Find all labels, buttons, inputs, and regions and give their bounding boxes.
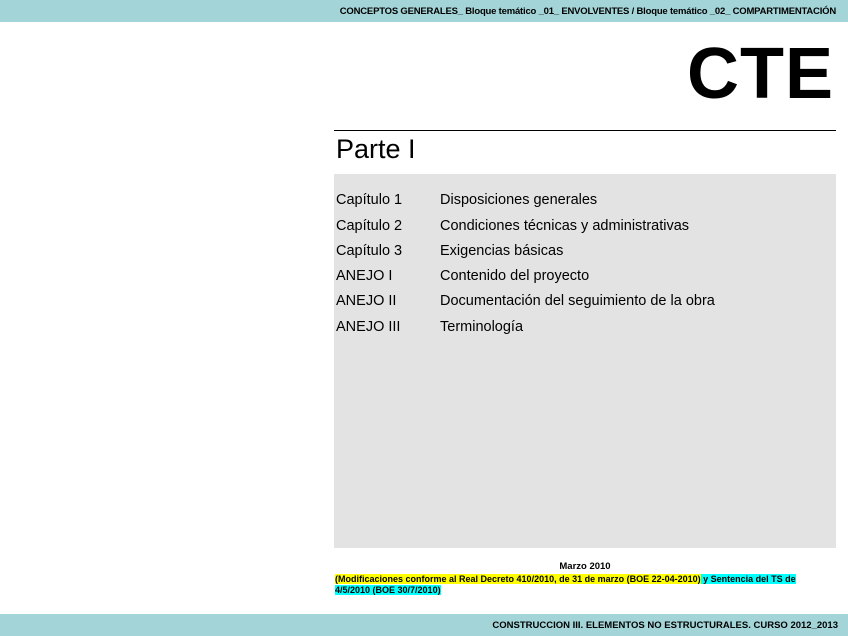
toc-item-label: ANEJO I	[336, 268, 393, 284]
toc-item-text: Documentación del seguimiento de la obra	[440, 293, 715, 309]
note-part1: (Modificaciones conforme al Real Decreto…	[335, 574, 701, 584]
toc-item-label: Capítulo 2	[336, 218, 403, 234]
header-bar: CONCEPTOS GENERALES_ Bloque temático _01…	[0, 0, 848, 22]
toc-item-text: Condiciones técnicas y administrativas	[440, 218, 690, 234]
footer-text: CONSTRUCCION III. ELEMENTOS NO ESTRUCTUR…	[492, 620, 838, 631]
toc-item-text: Disposiciones generales	[440, 192, 598, 208]
toc-item-label: ANEJO III	[336, 319, 401, 335]
modification-note: (Modificaciones conforme al Real Decreto…	[335, 574, 825, 596]
toc-item-text: Terminología	[440, 319, 524, 335]
toc-item-text: Exigencias básicas	[440, 243, 564, 259]
part-title: Parte I	[336, 134, 416, 164]
toc-item-label: ANEJO II	[336, 293, 397, 309]
document-title: CTE	[687, 34, 834, 114]
toc-item-label: Capítulo 1	[336, 192, 403, 208]
footer-bar: CONSTRUCCION III. ELEMENTOS NO ESTRUCTUR…	[0, 614, 848, 636]
header-text: CONCEPTOS GENERALES_ Bloque temático _01…	[339, 6, 836, 17]
toc-item-text: Contenido del proyecto	[440, 268, 590, 284]
document-date: Marzo 2010	[559, 561, 611, 572]
table-of-contents: Capítulo 1 Disposiciones generales Capít…	[334, 174, 836, 548]
title-divider	[334, 130, 836, 131]
toc-item-label: Capítulo 3	[336, 243, 403, 259]
